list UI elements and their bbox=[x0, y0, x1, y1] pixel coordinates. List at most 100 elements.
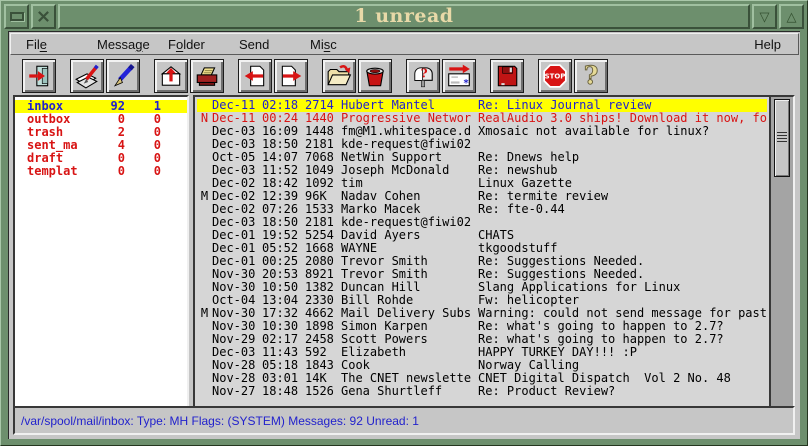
message-flag bbox=[197, 320, 212, 333]
reply-icon bbox=[242, 63, 268, 89]
shade-button[interactable]: ▽ bbox=[752, 4, 777, 29]
message-subject: Re: newshub bbox=[478, 164, 767, 177]
message-flag bbox=[197, 164, 212, 177]
message-flag bbox=[197, 333, 212, 346]
message-subject: Re: Suggestions Needed. bbox=[478, 255, 767, 268]
message-subject: tkgoodstuff bbox=[478, 242, 767, 255]
print-icon bbox=[194, 63, 220, 89]
message-subject: Linux Gazette bbox=[478, 177, 767, 190]
iconify-icon bbox=[10, 12, 24, 21]
message-subject: Re: Dnews help bbox=[478, 151, 767, 164]
menu-item-label: Message bbox=[97, 37, 150, 52]
message-subject: Norway Calling bbox=[478, 359, 767, 372]
message-sender: Joseph McDonald bbox=[341, 164, 478, 177]
message-subject: Re: fte-0.44 bbox=[478, 203, 767, 216]
save-icon bbox=[494, 63, 520, 89]
message-sender: fm@M1.whitespace.d bbox=[341, 125, 478, 138]
message-flag: M bbox=[197, 307, 212, 320]
forward-icon bbox=[278, 63, 304, 89]
message-subject: CHATS bbox=[478, 229, 767, 242]
message-subject: RealAudio 3.0 ships! Download it now, fo… bbox=[478, 112, 767, 125]
message-rows: Dec-11 02:18 2714 Hubert Mantel Re: Linu… bbox=[197, 99, 767, 406]
stop-button[interactable] bbox=[538, 59, 572, 93]
message-flag bbox=[197, 242, 212, 255]
folder-row-inbox[interactable]: inbox 92 1 bbox=[15, 100, 187, 113]
menu-item-label: Folder bbox=[168, 37, 205, 52]
message-subject: Re: Linux Journal review bbox=[478, 99, 767, 112]
message-list-scrollbar[interactable] bbox=[769, 97, 793, 406]
message-sender: Elizabeth bbox=[341, 346, 478, 359]
message-sender: WAYNE bbox=[341, 242, 478, 255]
menubar: File Message Folder Send Misc Help bbox=[10, 33, 799, 55]
message-subject: Fw: helicopter bbox=[478, 294, 767, 307]
message-subject: Xmosaic not available for linux? bbox=[478, 125, 767, 138]
message-sender: Mail Delivery Subs bbox=[341, 307, 478, 320]
message-sender: Bill Rohde bbox=[341, 294, 478, 307]
send-button[interactable] bbox=[442, 59, 476, 93]
open-folder-button[interactable] bbox=[322, 59, 356, 93]
folder-list: inbox 92 1 outbox 0 0 trash 2 0 sent_mai… bbox=[13, 95, 189, 408]
message-date: Nov-27 bbox=[212, 385, 262, 398]
message-flag: N bbox=[197, 112, 212, 125]
message-sender: David Ayers bbox=[341, 229, 478, 242]
trash-button[interactable] bbox=[358, 59, 392, 93]
message-flag bbox=[197, 216, 212, 229]
send-mail-icon bbox=[446, 63, 472, 89]
maximize-button[interactable]: △ bbox=[779, 4, 804, 29]
message-subject bbox=[478, 216, 767, 229]
menu-item-label: Send bbox=[239, 37, 269, 52]
menu-message[interactable]: Message bbox=[92, 37, 155, 52]
reply-button[interactable] bbox=[238, 59, 272, 93]
message-sender: Scott Powers bbox=[341, 333, 478, 346]
toolbar-group bbox=[490, 59, 524, 93]
message-flag bbox=[197, 125, 212, 138]
menu-help[interactable]: Help bbox=[749, 37, 786, 52]
folder-row-trash[interactable]: trash 2 0 bbox=[15, 126, 187, 139]
message-flag: M bbox=[197, 190, 212, 203]
toolbar-group bbox=[406, 59, 476, 93]
message-time: 18:48 bbox=[262, 385, 305, 398]
folder-row-sent_mail[interactable]: sent_mail 4 0 bbox=[15, 139, 187, 152]
menu-file[interactable]: File bbox=[21, 37, 84, 52]
receive-button[interactable] bbox=[154, 59, 188, 93]
message-sender: Gena Shurtleff bbox=[341, 385, 478, 398]
check-mail-button[interactable] bbox=[406, 59, 440, 93]
menu-send[interactable]: Send bbox=[234, 37, 297, 52]
menu-misc[interactable]: Misc bbox=[305, 37, 368, 52]
message-sender: kde-request@fiwi02 bbox=[341, 138, 478, 151]
print-button[interactable] bbox=[190, 59, 224, 93]
message-flag bbox=[197, 203, 212, 216]
edit-button[interactable] bbox=[106, 59, 140, 93]
xfmail-window: 1 unread ▽ △ FileMessageFolderSendMiscHe… bbox=[0, 0, 808, 446]
message-sender: Duncan Hill bbox=[341, 281, 478, 294]
message-subject bbox=[478, 138, 767, 151]
message-sender: Hubert Mantel bbox=[341, 99, 478, 112]
message-size: 1526 bbox=[305, 385, 341, 398]
help-button[interactable] bbox=[574, 59, 608, 93]
message-sender: Trevor Smith bbox=[341, 255, 478, 268]
forward-button[interactable] bbox=[274, 59, 308, 93]
message-sender: Nadav Cohen bbox=[341, 190, 478, 203]
toolbar-group bbox=[238, 59, 308, 93]
save-button[interactable] bbox=[490, 59, 524, 93]
compose-icon bbox=[74, 63, 100, 89]
menu-folder[interactable]: Folder bbox=[163, 37, 226, 52]
close-button[interactable] bbox=[31, 4, 56, 29]
folder-row-outbox[interactable]: outbox 0 0 bbox=[15, 113, 187, 126]
toolbar-group bbox=[154, 59, 224, 93]
message-flag bbox=[197, 268, 212, 281]
menu-item-label: Misc bbox=[310, 37, 337, 52]
exit-button[interactable] bbox=[22, 59, 56, 93]
message-subject: Warning: could not send message for past bbox=[478, 307, 767, 320]
menu-item-label: Help bbox=[754, 37, 781, 52]
open-folder-icon bbox=[326, 63, 352, 89]
scrollbar-thumb[interactable] bbox=[774, 99, 790, 177]
message-subject: CNET Digital Dispatch Vol 2 No. 48 bbox=[478, 372, 767, 385]
message-row[interactable]: Nov-27 18:48 1526 Gena Shurtleff Re: Pro… bbox=[197, 385, 767, 398]
folder-row-draft[interactable]: draft 0 0 bbox=[15, 152, 187, 165]
folder-row-template[interactable]: template 0 0 bbox=[15, 165, 187, 178]
message-flag bbox=[197, 359, 212, 372]
message-flag bbox=[197, 151, 212, 164]
compose-button[interactable] bbox=[70, 59, 104, 93]
iconify-button[interactable] bbox=[4, 4, 29, 29]
